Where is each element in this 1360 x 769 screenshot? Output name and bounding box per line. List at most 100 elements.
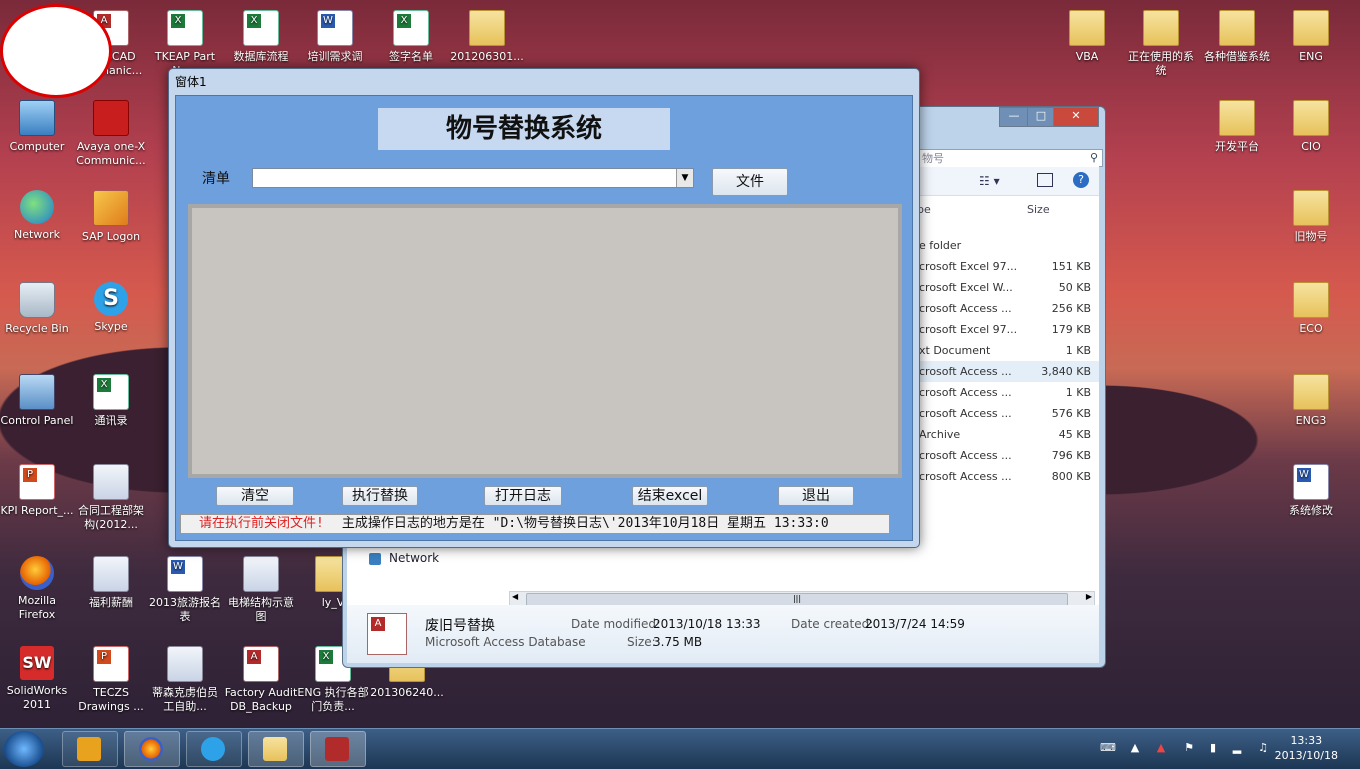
row-type: crosoft Access ... <box>919 365 1012 378</box>
sw-icon: SW <box>20 646 54 680</box>
result-list[interactable] <box>188 204 902 478</box>
show-hidden-icons[interactable]: ▲ <box>1128 741 1142 755</box>
end-excel-button[interactable]: 结束excel <box>632 486 708 506</box>
table-row[interactable]: crosoft Excel 97... 151 KB <box>915 256 1099 277</box>
list-combobox[interactable]: ▼ <box>252 168 694 188</box>
scroll-right-icon[interactable]: ▶ <box>1086 592 1092 601</box>
dialog-title: 窗体1 <box>175 75 207 89</box>
nav-network[interactable]: Network <box>389 551 439 565</box>
desktop-icon-label: TECZS Drawings ... <box>78 686 144 713</box>
desktop-icon-top-4[interactable]: 201206301... <box>450 10 524 64</box>
table-row[interactable]: crosoft Access ... 256 KB <box>915 298 1099 319</box>
skype-icon: S <box>94 282 128 316</box>
column-size[interactable]: Size <box>1027 203 1050 216</box>
desktop-icon-left-13[interactable]: 2013旅游报名表 <box>148 556 222 624</box>
volume-icon[interactable]: ♫ <box>1256 741 1270 755</box>
table-row[interactable]: crosoft Access ... 3,840 KB <box>915 361 1099 382</box>
taskbar-skype[interactable] <box>186 731 242 767</box>
power-icon[interactable]: ▮ <box>1206 741 1220 755</box>
taskbar-explorer[interactable] <box>248 731 304 767</box>
preview-pane-icon[interactable] <box>1037 173 1053 187</box>
desktop-icon-label: SolidWorks 2011 <box>6 684 68 711</box>
desktop-icon-top-1[interactable]: 数据库流程 <box>224 10 298 64</box>
desktop-icon-left-7[interactable]: Control Panel <box>0 374 74 428</box>
table-row[interactable]: crosoft Access ... 796 KB <box>915 445 1099 466</box>
desktop-icon-left-4[interactable]: SAP Logon <box>74 190 148 244</box>
desktop-icon-top-2[interactable]: 培训需求调 <box>298 10 372 64</box>
flag-icon[interactable]: ⚑ <box>1182 741 1196 755</box>
desktop-icon-left-10[interactable]: 合同工程部架构(2012... <box>74 464 148 532</box>
desktop-icon-right-2[interactable]: 各种借鉴系统 <box>1200 10 1274 64</box>
desktop-icon-right-3[interactable]: ENG <box>1274 10 1348 64</box>
start-button[interactable] <box>4 731 44 767</box>
desktop-icon-right-6[interactable]: 旧物号 <box>1274 190 1348 244</box>
desktop-icon-left-12[interactable]: 福利薪酬 <box>74 556 148 610</box>
taskbar-firefox[interactable] <box>124 731 180 767</box>
close-button[interactable]: ✕ <box>1053 107 1099 127</box>
row-size: 1 KB <box>1065 344 1091 357</box>
desktop-icon-label: 数据库流程 <box>233 50 289 63</box>
scroll-left-icon[interactable]: ◀ <box>512 592 518 601</box>
table-row[interactable]: crosoft Excel W... 50 KB <box>915 277 1099 298</box>
taskbar-outlook[interactable] <box>62 731 118 767</box>
help-icon[interactable]: ? <box>1073 172 1089 188</box>
view-options-icon[interactable]: ☷ ▾ <box>979 174 1000 188</box>
keyboard-icon[interactable]: ⌨ <box>1100 741 1116 755</box>
desktop-icon-left-17[interactable]: TECZS Drawings ... <box>74 646 148 714</box>
row-type: crosoft Excel 97... <box>919 260 1018 273</box>
desktop-icon-left-5[interactable]: Recycle Bin <box>0 282 74 336</box>
ff-icon <box>20 556 54 590</box>
desktop-icon-left-19[interactable]: Factory Audit DB_Backup <box>224 646 298 714</box>
taskbar-access[interactable] <box>310 731 366 767</box>
desktop-icon-left-9[interactable]: KPI Report_... <box>0 464 74 518</box>
desktop-icon-right-0[interactable]: VBA <box>1050 10 1124 64</box>
desktop-icon-left-18[interactable]: 蒂森克虏伯员工自助... <box>148 646 222 714</box>
file-button[interactable]: 文件 <box>712 168 788 196</box>
desktop-icon-right-5[interactable]: CIO <box>1274 100 1348 154</box>
desktop-icon-right-7[interactable]: ECO <box>1274 282 1348 336</box>
table-row[interactable]: crosoft Access ... 800 KB <box>915 466 1099 487</box>
minimize-button[interactable]: — <box>999 107 1029 127</box>
chevron-down-icon[interactable]: ▼ <box>676 169 693 187</box>
signal-icon[interactable]: ▂ <box>1230 741 1244 755</box>
desktop-icon-label: 通讯录 <box>94 414 128 427</box>
clear-button[interactable]: 清空 <box>216 486 294 506</box>
img-icon <box>93 556 129 592</box>
table-row[interactable]: e folder <box>915 235 1099 256</box>
desktop-icon-label: Computer <box>9 140 65 153</box>
desktop-icon-left-6[interactable]: S Skype <box>74 282 148 334</box>
desktop-icon-label: ENG 执行各部门负责... <box>297 686 369 713</box>
exit-button[interactable]: 退出 <box>778 486 854 506</box>
clock[interactable]: 13:33 2013/10/18 <box>1275 733 1338 763</box>
desktop-icon-left-8[interactable]: 通讯录 <box>74 374 148 428</box>
skype-icon <box>201 737 225 761</box>
table-row[interactable]: crosoft Excel 97... 179 KB <box>915 319 1099 340</box>
dialog-window[interactable]: 窗体1 物号替换系统 清单 ▼ 文件 清空 执行替换 打开日志 结束excel … <box>168 68 920 548</box>
desktop-icon-right-4[interactable]: 开发平台 <box>1200 100 1274 154</box>
desktop-icon-left-1[interactable]: Computer <box>0 100 74 154</box>
desktop-icon-right-1[interactable]: 正在使用的系统 <box>1124 10 1198 78</box>
desktop-icon-right-8[interactable]: ENG3 <box>1274 374 1348 428</box>
table-row[interactable]: xt Document 1 KB <box>915 340 1099 361</box>
table-row[interactable]: crosoft Access ... 1 KB <box>915 382 1099 403</box>
redaction-mark <box>0 4 112 98</box>
desktop-icon-left-2[interactable]: Avaya one-X Communic... <box>74 100 148 168</box>
row-type: crosoft Access ... <box>919 386 1012 399</box>
table-row[interactable]: Archive 45 KB <box>915 424 1099 445</box>
desktop-icon-top-3[interactable]: 签字名单 <box>374 10 448 64</box>
open-log-button[interactable]: 打开日志 <box>484 486 562 506</box>
desktop-icon-left-16[interactable]: SW SolidWorks 2011 <box>0 646 74 712</box>
row-size: 50 KB <box>1058 281 1091 294</box>
tray-app-icon[interactable]: ▲ <box>1154 741 1168 755</box>
desktop-icon-right-9[interactable]: 系统修改 <box>1274 464 1348 518</box>
desktop-icon-left-3[interactable]: Network <box>0 190 74 242</box>
desktop-icon-label: 开发平台 <box>1215 140 1259 153</box>
desktop-icon-left-14[interactable]: 电梯结构示意图 <box>224 556 298 624</box>
table-row[interactable]: crosoft Access ... 576 KB <box>915 403 1099 424</box>
desktop-icon-left-11[interactable]: Mozilla Firefox <box>0 556 74 622</box>
access-file-icon <box>367 613 407 655</box>
maximize-button[interactable]: □ <box>1027 107 1055 127</box>
execute-button[interactable]: 执行替换 <box>342 486 418 506</box>
desktop-icon-label: Network <box>14 228 60 241</box>
doc-icon <box>167 556 203 592</box>
